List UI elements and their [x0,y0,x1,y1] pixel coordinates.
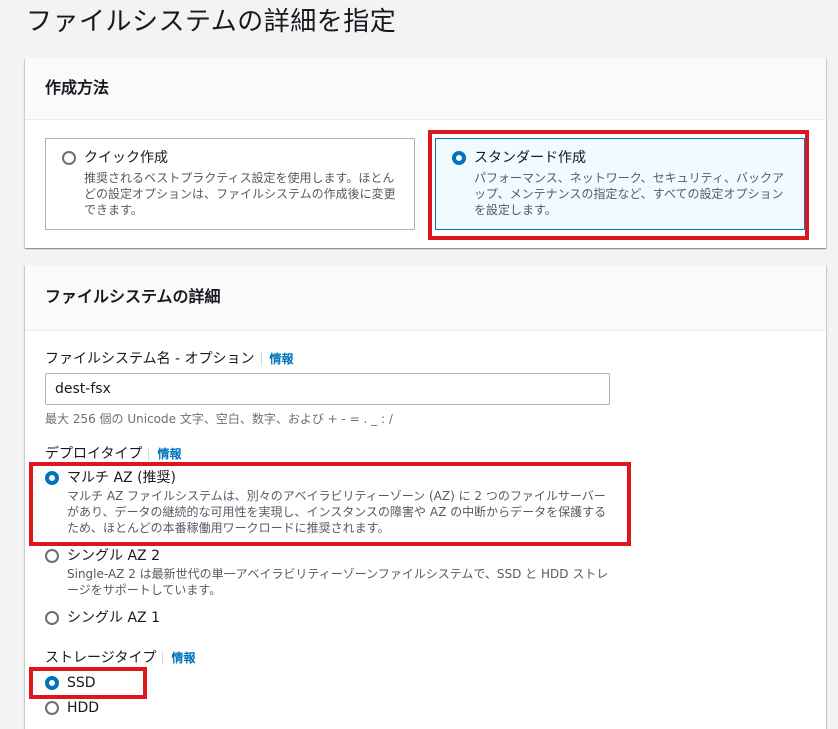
deployment-option-single-az-2[interactable]: シングル AZ 2 Single-AZ 2 は最新世代の単一アベイラビリティーゾ… [45,546,615,598]
storage-option-hdd[interactable]: HDD [45,698,145,718]
quick-create-label: クイック作成 [84,150,168,166]
single-az-2-label: シングル AZ 2 [67,548,160,564]
storage-type-label-text: ストレージタイプ [45,650,157,666]
creation-method-heading: 作成方法 [25,58,826,120]
single-az-2-description: Single-AZ 2 は最新世代の単一アベイラビリティーゾーンファイルシステム… [67,567,609,597]
highlight-box-multi-az [29,462,631,546]
highlight-box-ssd [29,667,147,699]
hdd-label: HDD [67,700,100,716]
quick-create-tile[interactable]: クイック作成 推奨されるベストプラクティス設定を使用します。ほとんどの設定オプシ… [45,138,415,230]
single-az-1-radio[interactable] [45,611,59,625]
quick-create-radio[interactable] [62,151,76,165]
hdd-radio[interactable] [45,701,59,715]
fs-name-input[interactable]: dest-fsx [45,373,610,405]
fs-name-hint: 最大 256 個の Unicode 文字、空白、数字、および + - = . _… [45,412,393,426]
page-title: ファイルシステムの詳細を指定 [26,7,397,37]
deployment-type-label-text: デプロイタイプ [45,446,143,462]
fs-details-panel: ファイルシステムの詳細 ファイルシステム名 - オプション 情報 dest-fsx… [25,265,826,729]
single-az-2-radio[interactable] [45,549,59,563]
deployment-type-info-link[interactable]: 情報 [148,447,182,461]
fs-name-label-text: ファイルシステム名 - オプション [45,351,255,367]
single-az-1-label: シングル AZ 1 [67,610,160,626]
storage-type-info-link[interactable]: 情報 [162,651,196,665]
creation-method-panel: 作成方法 クイック作成 推奨されるベストプラクティス設定を使用します。ほとんどの… [25,58,826,248]
deployment-option-single-az-1[interactable]: シングル AZ 1 [45,608,615,628]
fs-name-label: ファイルシステム名 - オプション 情報 [45,348,294,368]
fs-details-heading: ファイルシステムの詳細 [25,265,826,331]
storage-type-label: ストレージタイプ 情報 [45,647,196,667]
deployment-type-label: デプロイタイプ 情報 [45,443,182,463]
highlight-box-standard-create [428,130,809,240]
fs-name-info-link[interactable]: 情報 [260,352,294,366]
quick-create-description: 推奨されるベストプラクティス設定を使用します。ほとんどの設定オプションは、ファイ… [84,171,396,217]
